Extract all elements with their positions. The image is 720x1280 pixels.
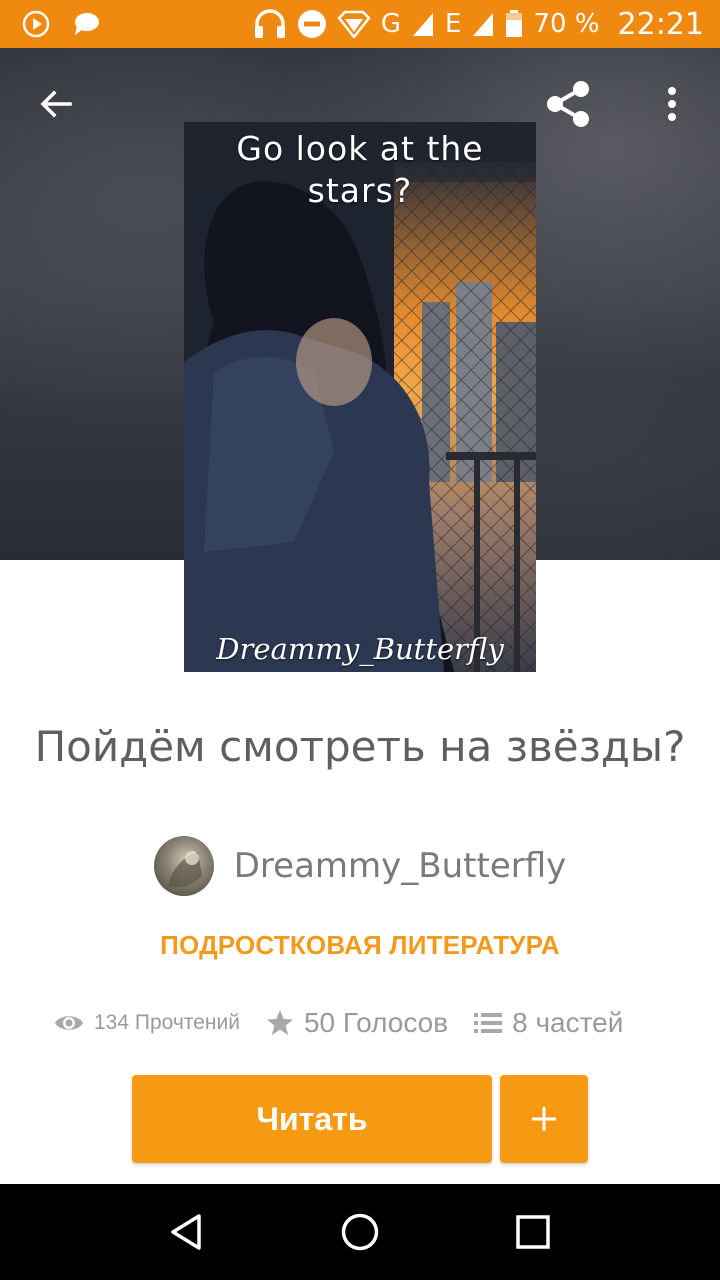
headphones-icon — [253, 9, 287, 39]
nav-recents-button[interactable] — [503, 1202, 563, 1262]
share-icon — [547, 81, 589, 127]
do-not-disturb-icon — [297, 9, 327, 39]
back-button[interactable] — [28, 76, 84, 132]
circle-home-icon — [341, 1213, 379, 1251]
clock: 22:21 — [617, 6, 704, 42]
book-cover[interactable]: Go look at the stars? Dreammy_Butterfly — [184, 122, 536, 672]
add-to-library-button[interactable] — [500, 1075, 588, 1163]
votes-count: 50 Голосов — [303, 1007, 449, 1038]
triangle-back-icon — [170, 1214, 201, 1250]
reads-stat: 134 Прочтений — [54, 1011, 240, 1035]
cover-signature: Dreammy_Butterfly — [216, 632, 504, 666]
signal-icon-2 — [471, 11, 495, 37]
author-row[interactable]: Dreammy_Butterfly — [0, 836, 720, 896]
network-type-g: G — [380, 9, 402, 39]
list-icon — [474, 1013, 503, 1033]
read-button[interactable]: Читать — [132, 1075, 492, 1163]
cover-title: Go look at the stars? — [184, 128, 536, 212]
signal-icon — [411, 11, 435, 37]
author-name[interactable]: Dreammy_Butterfly — [234, 846, 567, 886]
battery-icon — [505, 10, 523, 38]
chat-icon — [72, 11, 100, 37]
battery-percent: 70 % — [533, 9, 600, 39]
square-recents-icon — [516, 1215, 551, 1249]
nav-back-button[interactable] — [157, 1202, 217, 1262]
star-icon — [266, 1010, 293, 1035]
avatar[interactable] — [153, 836, 214, 896]
status-bar: G E 70 % 22:21 — [0, 0, 720, 48]
network-type-e: E — [445, 9, 462, 39]
plus-icon — [532, 1107, 556, 1131]
story-stats: 134 Прочтений 50 Голосов 8 частей — [54, 1000, 674, 1046]
parts-count: 8 частей — [512, 1007, 624, 1038]
more-options-button[interactable] — [644, 76, 700, 132]
nav-home-button[interactable] — [330, 1202, 390, 1262]
share-button[interactable] — [540, 76, 596, 132]
avatar-image — [167, 851, 202, 888]
wifi-diamond-icon — [337, 10, 371, 38]
category-label[interactable]: ПОДРОСТКОВАЯ ЛИТЕРАТУРА — [0, 930, 720, 961]
parts-stat: 8 частей — [474, 1007, 623, 1039]
system-nav-bar — [0, 1184, 720, 1280]
arrow-left-icon — [40, 90, 72, 118]
votes-stat: 50 Голосов — [266, 1007, 448, 1039]
story-title: Пойдём смотреть на звёзды? — [34, 722, 686, 771]
play-store-icon — [22, 10, 50, 38]
cover-title-line-1: Go look at the — [236, 129, 484, 168]
reads-count: 134 Прочтений — [94, 1011, 240, 1034]
cover-title-line-2: stars? — [307, 171, 413, 210]
eye-icon — [55, 1016, 83, 1030]
more-vertical-icon — [668, 87, 676, 121]
